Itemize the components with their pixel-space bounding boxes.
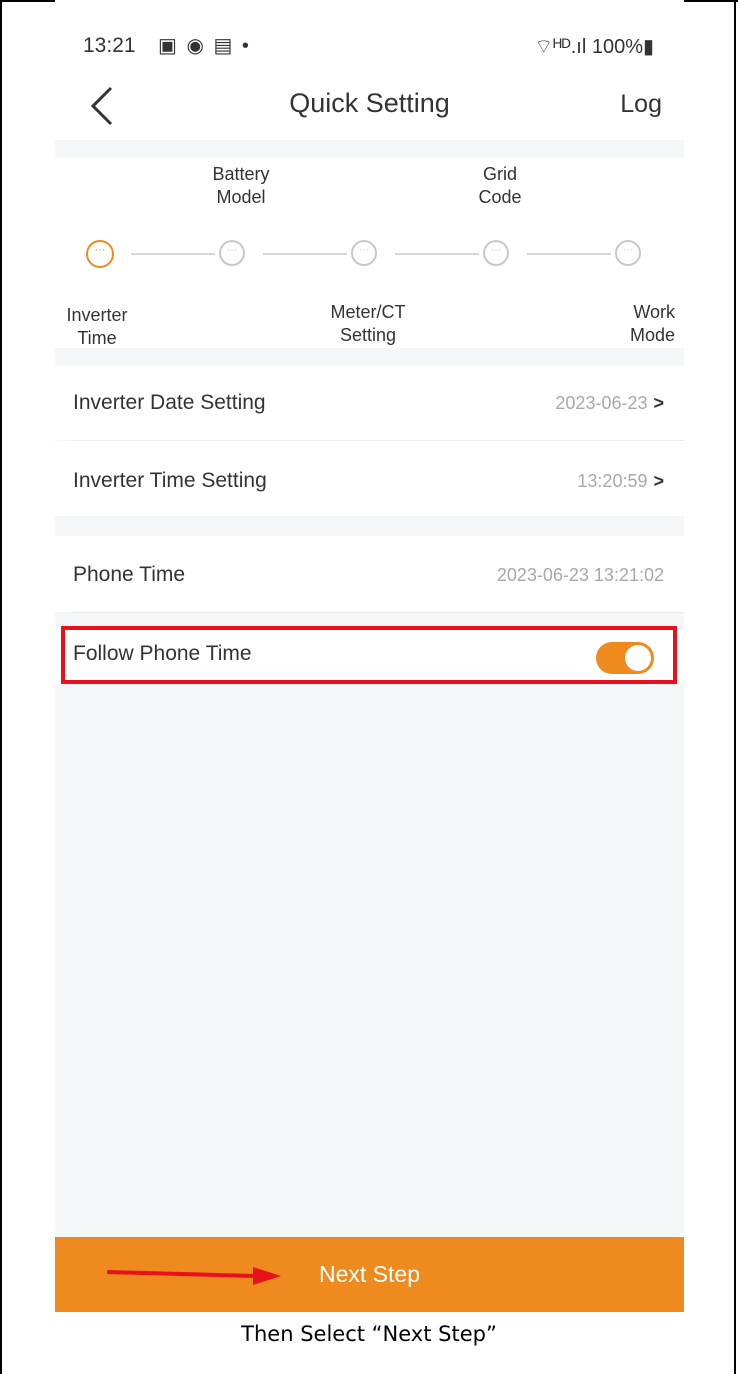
signal-battery-indicator: ⌔ᴴᴰ.ıl 100%▮ <box>534 36 654 58</box>
inverter-time-row[interactable]: Inverter Time Setting 13:20:59 > <box>55 441 684 516</box>
step-label-work-mode: Work Mode <box>629 302 675 345</box>
page-title: Quick Setting <box>289 88 450 118</box>
inverter-time-text: 13:20:59 <box>577 471 648 491</box>
inverter-date-label: Inverter Date Setting <box>73 391 266 414</box>
setup-stepper: Inverter Time Battery Model Meter/CT Settin… <box>55 158 684 348</box>
section-gap <box>55 140 684 158</box>
phone-time-value: 2023-06-23 13:21:02 <box>496 565 664 585</box>
step-connector <box>263 253 347 255</box>
section-gap <box>55 348 684 366</box>
step-circle-grid-code[interactable]: ··· <box>483 240 509 266</box>
inverter-date-text: 2023-06-23 <box>555 393 648 413</box>
inverter-date-value: 2023-06-23 > <box>555 393 664 414</box>
frame-left-line <box>0 0 2 1374</box>
step-connector <box>395 253 479 255</box>
step-label-meter-ct-setting: Meter/CT Setting <box>330 302 406 345</box>
step-circle-meter-ct-setting[interactable]: ··· <box>351 240 377 266</box>
step-label-battery-model: Battery Model <box>212 164 270 207</box>
inverter-time-label: Inverter Time Setting <box>73 469 267 492</box>
notification-icons: ▣ ◉ ▤ • <box>158 35 251 57</box>
next-step-button[interactable]: Next Step <box>55 1237 684 1312</box>
inverter-time-value: 13:20:59 > <box>577 471 664 492</box>
log-button[interactable]: Log <box>620 90 662 119</box>
next-step-label: Next Step <box>319 1261 420 1287</box>
status-time: 13:21 <box>83 34 136 57</box>
highlight-annotation-box <box>61 626 677 684</box>
step-label-grid-code: Grid Code <box>478 164 522 207</box>
frame-right-line <box>734 0 736 1374</box>
phone-time-row: Phone Time 2023-06-23 13:21:02 <box>55 536 684 612</box>
section-gap <box>55 516 684 536</box>
step-connector <box>527 253 611 255</box>
step-label-inverter-time: Inverter Time <box>66 305 128 348</box>
chevron-right-icon: > <box>653 471 664 491</box>
step-circle-work-mode[interactable]: ··· <box>615 240 641 266</box>
inverter-date-row[interactable]: Inverter Date Setting 2023-06-23 > <box>55 366 684 440</box>
instruction-caption: Then Select “Next Step” <box>241 1322 497 1346</box>
chevron-right-icon: > <box>653 393 664 413</box>
nav-bar: Quick Setting Log <box>55 70 684 140</box>
row-divider <box>71 612 684 613</box>
phone-screen: 13:21 ▣ ◉ ▤ • ⌔ᴴᴰ.ıl 100%▮ Quick Setting… <box>55 0 684 1312</box>
step-connector <box>131 253 215 255</box>
step-circle-battery-model[interactable]: ··· <box>219 240 245 266</box>
step-circle-inverter-time[interactable]: ··· <box>86 240 114 268</box>
phone-time-label: Phone Time <box>73 563 186 586</box>
